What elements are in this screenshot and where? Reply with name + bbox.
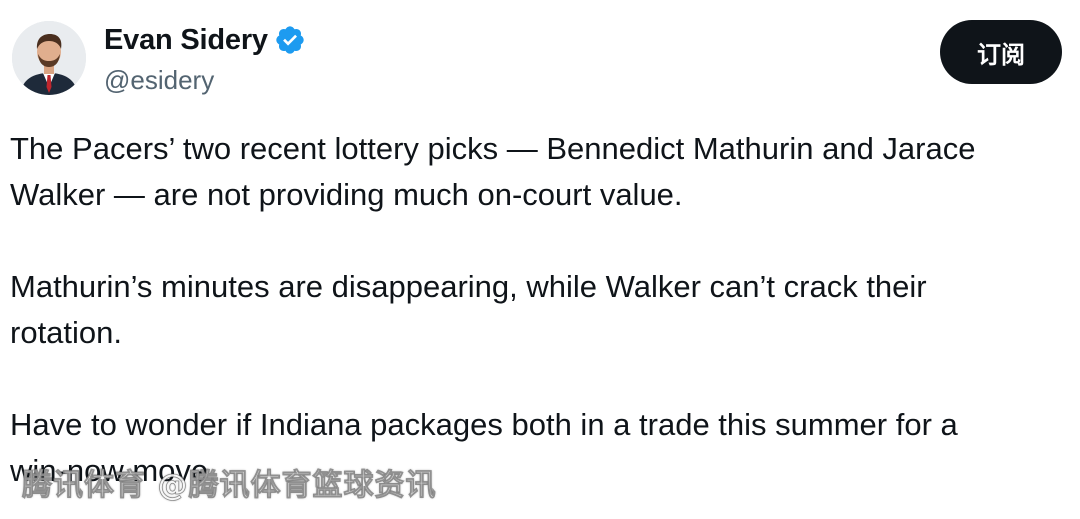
avatar[interactable] <box>12 21 86 95</box>
user-handle[interactable]: @esidery <box>104 62 306 98</box>
tweet-text: The Pacers’ two recent lottery picks — B… <box>10 126 1075 494</box>
subscribe-button[interactable]: 订阅 <box>940 20 1062 84</box>
display-name[interactable]: Evan Sidery <box>104 24 268 57</box>
avatar-image <box>12 21 86 95</box>
verified-badge-icon <box>274 24 306 56</box>
user-info: Evan Sidery @esidery <box>104 20 306 98</box>
tweet-paragraph: Mathurin’s minutes are disappearing, whi… <box>10 269 927 350</box>
name-row: Evan Sidery <box>104 20 306 60</box>
watermark: 腾讯体育 @腾讯体育篮球资讯 <box>22 468 437 504</box>
tweet-paragraph: The Pacers’ two recent lottery picks — B… <box>10 131 976 212</box>
tweet-card: Evan Sidery @esidery 订阅 The Pacers’ two … <box>0 0 1080 519</box>
